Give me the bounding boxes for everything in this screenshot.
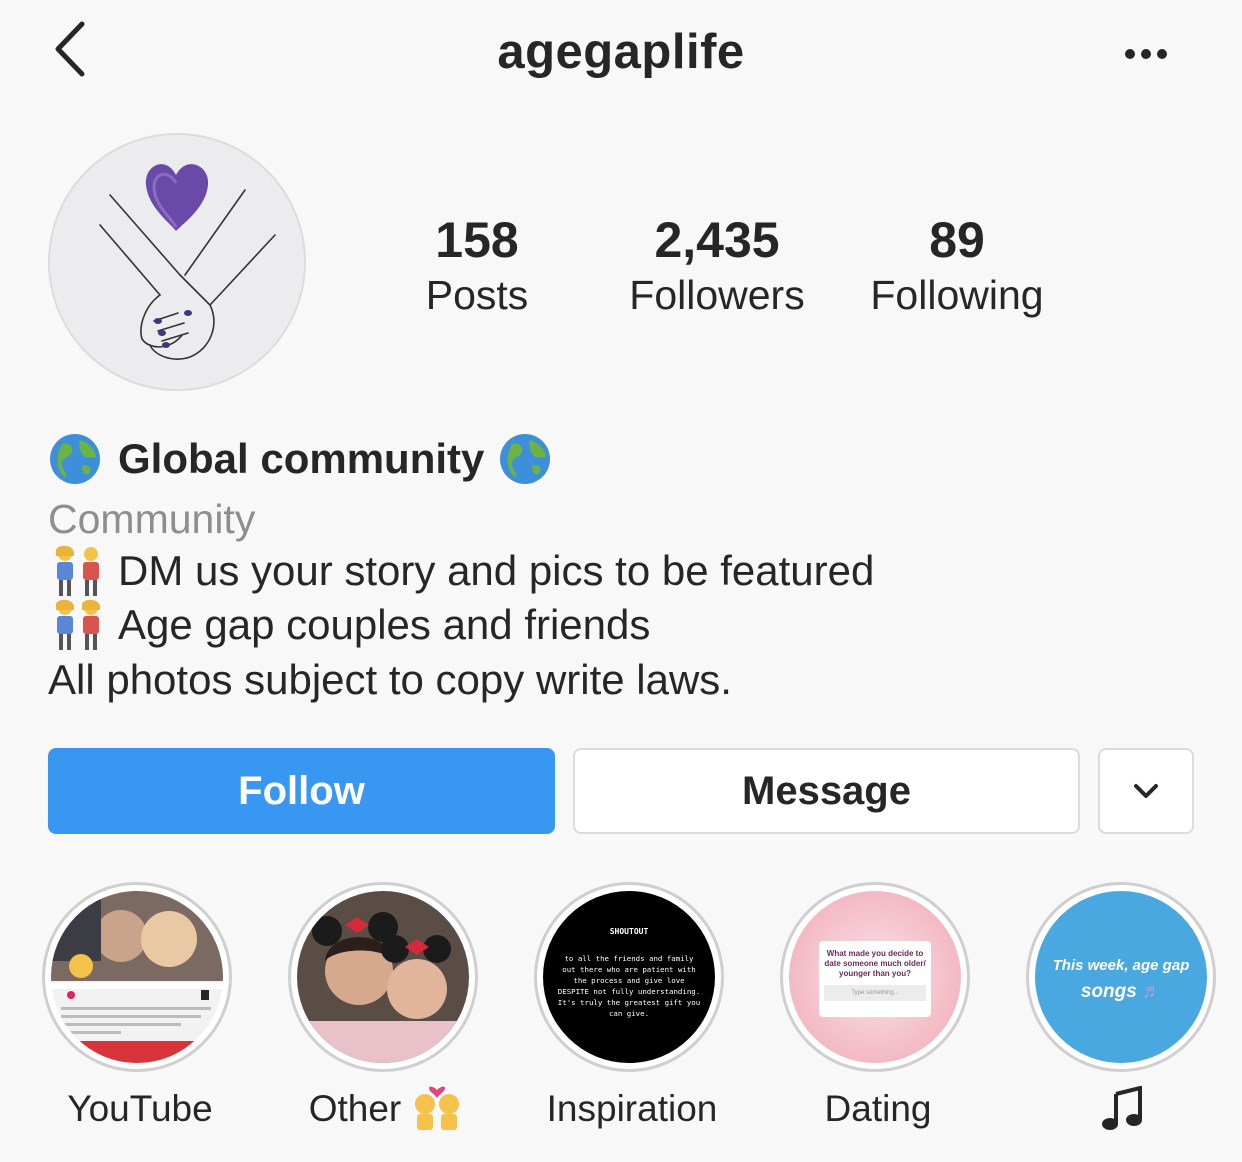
music-note-icon [1102, 1086, 1142, 1130]
highlight-ring: What made you decide to date someone muc… [780, 882, 970, 1072]
bio-line-2: Age gap couples and friends [118, 601, 651, 648]
question-card: What made you decide to date someone muc… [819, 941, 931, 1017]
highlight-label: Dating [824, 1088, 932, 1129]
highlight-youtube[interactable]: YouTube [42, 882, 238, 1129]
profile-category: Community [48, 496, 256, 542]
highlight-other[interactable]: Other [288, 882, 484, 1130]
follow-button[interactable]: Follow [48, 748, 555, 834]
posts-stat[interactable]: 158 Posts [367, 210, 587, 320]
posts-count: 158 [435, 212, 519, 268]
youtube-highlight-image [51, 891, 223, 1063]
highlight-label-text: Other [308, 1088, 402, 1129]
display-name-text: Global community [118, 435, 485, 482]
question-text: What made you decide to date someone muc… [824, 949, 926, 978]
highlight-dating[interactable]: What made you decide to date someone muc… [780, 882, 976, 1129]
couple-with-heart-icon [415, 1086, 460, 1130]
songs-text-line2: songs ♬ [1035, 981, 1207, 1003]
message-button[interactable]: Message [573, 748, 1080, 834]
suggested-accounts-button[interactable] [1098, 748, 1194, 834]
globe-icon [50, 434, 100, 484]
highlight-label: YouTube [67, 1088, 213, 1129]
ellipsis-icon [1125, 49, 1167, 59]
highlight-ring: This week, age gap songs ♬ [1026, 882, 1216, 1072]
posts-label: Posts [425, 272, 529, 318]
songs-text-line1: This week, age gap [1052, 957, 1190, 974]
profile-display-name: Global community [48, 432, 552, 486]
highlight-label: Other [258, 1086, 514, 1132]
chevron-down-icon [1134, 784, 1158, 798]
following-stat[interactable]: 89 Following [847, 210, 1067, 320]
highlight-ring [42, 882, 232, 1072]
highlight-songs[interactable]: This week, age gap songs ♬ [1026, 882, 1222, 1130]
shoutout-title: SHOUTOUT [609, 927, 649, 936]
couple-icon [56, 599, 100, 650]
highlight-cover [297, 891, 469, 1063]
shoutout-text: to all the friends and family out there … [557, 954, 701, 1018]
bio-line: DM us your story and pics to be featured [48, 544, 874, 598]
profile-username: agegaplife [497, 25, 745, 79]
other-highlight-image [297, 891, 469, 1063]
holding-hands-heart-image [50, 135, 304, 389]
bio-line: Age gap couples and friends [48, 598, 650, 652]
profile-avatar[interactable] [48, 133, 306, 391]
globe-icon [500, 434, 551, 484]
following-count: 89 [929, 212, 985, 268]
highlight-label [996, 1086, 1242, 1132]
highlight-inspiration[interactable]: SHOUTOUT to all the friends and family o… [534, 882, 730, 1129]
followers-stat[interactable]: 2,435 Followers [607, 210, 827, 320]
bio-line-3: All photos subject to copy write laws. [48, 656, 732, 703]
highlight-cover: This week, age gap songs ♬ [1035, 891, 1207, 1063]
followers-label: Followers [629, 272, 805, 318]
followers-count: 2,435 [654, 212, 780, 268]
more-options-button[interactable] [1110, 30, 1180, 80]
highlight-ring: SHOUTOUT to all the friends and family o… [534, 882, 724, 1072]
music-notes-icon: ♬ [1142, 981, 1162, 1002]
following-label: Following [870, 272, 1044, 318]
songs-text: songs [1080, 981, 1137, 1002]
highlight-ring [288, 882, 478, 1072]
highlight-cover [51, 891, 223, 1063]
highlight-cover: What made you decide to date someone muc… [789, 891, 961, 1063]
highlight-label: Inspiration [546, 1088, 718, 1129]
question-answer-field: Type something... [824, 985, 926, 1001]
couple-icon [56, 545, 99, 596]
bio-line-1: DM us your story and pics to be featured [118, 547, 875, 594]
highlight-cover: SHOUTOUT to all the friends and family o… [543, 891, 715, 1063]
